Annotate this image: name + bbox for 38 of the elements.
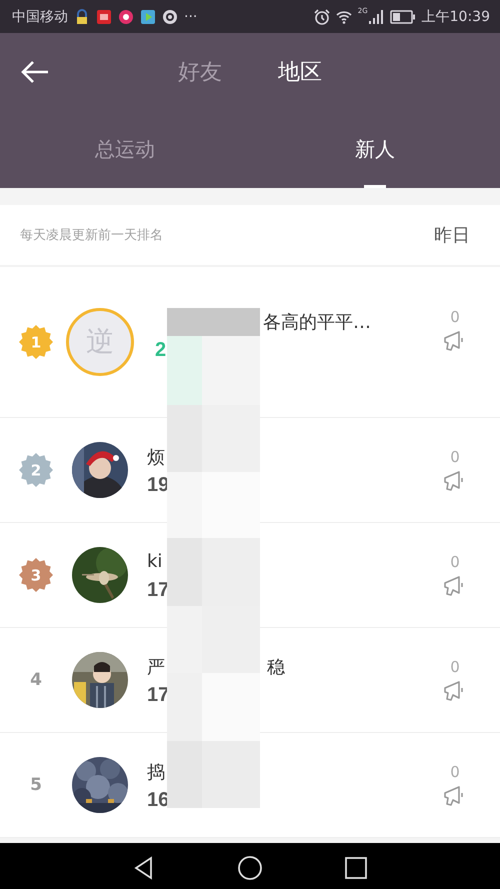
rank-number: 5 — [30, 775, 42, 795]
app-icon — [118, 8, 134, 24]
clock-time: 上午10:39 — [422, 8, 490, 26]
alarm-icon — [314, 8, 330, 24]
like-count: 0 — [450, 553, 460, 571]
wifi-icon — [336, 8, 352, 24]
back-arrow-icon[interactable] — [20, 60, 50, 84]
app-icon — [96, 8, 112, 24]
rank-badge: 2 — [19, 453, 53, 487]
user-name: ki — [147, 551, 162, 572]
user-name: 各高的平平… — [263, 310, 371, 334]
period-label[interactable]: 昨日 — [434, 223, 470, 247]
home-icon[interactable] — [237, 854, 263, 880]
update-note: 每天凌晨更新前一天排名 — [20, 227, 163, 244]
like-count: 0 — [450, 763, 460, 781]
step-count: 2 — [155, 338, 168, 362]
rank-number: 4 — [30, 670, 42, 690]
top-tab[interactable]: 地区 — [278, 57, 322, 87]
user-name: 严 — [147, 656, 165, 678]
user-name: 烦 — [147, 446, 165, 468]
carrier-name: 中国移动 — [12, 8, 68, 26]
signal-icon — [368, 8, 384, 24]
battery-icon — [390, 10, 416, 24]
rank-badge: 3 — [19, 558, 53, 592]
video-app-icon — [140, 8, 156, 24]
rank-badge: 1 — [19, 325, 53, 359]
sub-tab[interactable]: 新人 — [250, 111, 500, 188]
like-count: 0 — [450, 308, 460, 326]
more-notifications: ··· — [184, 8, 198, 24]
lock-icon — [74, 8, 90, 24]
user-name: 稳 — [267, 656, 285, 678]
app-icon — [162, 8, 178, 24]
user-name: 捣 — [147, 762, 165, 782]
recent-apps-icon[interactable] — [343, 854, 369, 880]
like-count: 0 — [450, 448, 460, 466]
step-count: 17 — [147, 684, 170, 706]
step-count: 17 — [147, 578, 170, 602]
like-count: 0 — [450, 658, 460, 676]
